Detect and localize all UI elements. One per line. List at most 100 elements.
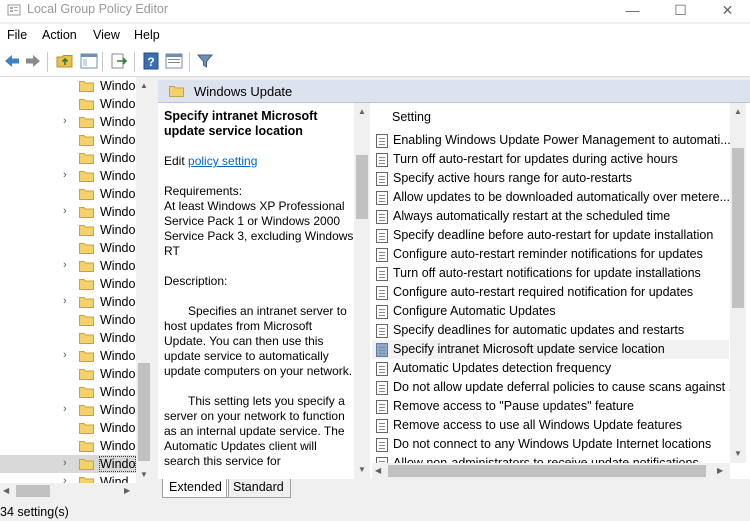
- tab-extended[interactable]: Extended: [162, 479, 229, 498]
- scroll-left-arrow-icon[interactable]: ◀: [3, 486, 9, 495]
- expand-chevron-icon[interactable]: ›: [63, 169, 67, 181]
- setting-row[interactable]: Do not allow update deferral policies to…: [372, 378, 739, 397]
- tree-item[interactable]: › Windo: [0, 203, 136, 221]
- menu-file[interactable]: File: [7, 28, 27, 42]
- edit-policy-setting-link[interactable]: policy setting: [188, 154, 257, 168]
- tree-item[interactable]: Windo: [0, 239, 136, 257]
- setting-row[interactable]: Allow updates to be downloaded automatic…: [372, 188, 730, 207]
- setting-row[interactable]: Configure auto-restart reminder notifica…: [372, 245, 729, 264]
- show-hide-tree-icon[interactable]: [80, 52, 98, 70]
- setting-row[interactable]: Configure auto-restart required notifica…: [372, 283, 729, 302]
- folder-icon: [79, 261, 94, 272]
- column-header-setting[interactable]: Setting: [392, 110, 431, 124]
- scroll-up-arrow-icon[interactable]: ▲: [358, 107, 366, 116]
- menu-view[interactable]: View: [93, 28, 120, 42]
- tree-item[interactable]: Windo: [0, 149, 136, 167]
- tree-item-label: Windo: [100, 295, 136, 309]
- menu-action[interactable]: Action: [42, 28, 77, 42]
- tree-item[interactable]: › Windo: [0, 401, 136, 419]
- tree-item-label: Windo: [100, 313, 136, 327]
- folder-icon: [79, 477, 94, 483]
- tree-vertical-scrollbar[interactable]: ▲ ▼: [136, 77, 152, 483]
- tree-item[interactable]: › Windo: [0, 455, 137, 473]
- tree-item-label: Windo: [100, 241, 136, 255]
- expand-chevron-icon[interactable]: ›: [63, 475, 67, 483]
- properties-icon[interactable]: [165, 52, 183, 70]
- scroll-left-arrow-icon[interactable]: ◀: [375, 466, 381, 475]
- forward-icon[interactable]: [24, 52, 42, 70]
- tree-item[interactable]: Windo: [0, 437, 136, 455]
- tree-hscroll-thumb[interactable]: [16, 485, 50, 497]
- tree-horizontal-scrollbar[interactable]: ◀ ▶: [0, 483, 152, 499]
- tree-item[interactable]: › Windo: [0, 167, 136, 185]
- folder-icon: [79, 297, 94, 308]
- export-list-icon[interactable]: [110, 52, 128, 70]
- tree-item[interactable]: › Windo: [0, 293, 136, 311]
- tree-item[interactable]: Windo: [0, 95, 136, 113]
- tree-item[interactable]: › Windo: [0, 257, 136, 275]
- setting-row[interactable]: Remove access to "Pause updates" feature: [372, 397, 729, 416]
- list-horizontal-scrollbar[interactable]: ◀ ▶: [372, 463, 730, 479]
- list-hscroll-thumb[interactable]: [388, 465, 706, 477]
- expand-chevron-icon[interactable]: ›: [63, 205, 67, 217]
- folder-icon: [79, 423, 94, 434]
- minimize-button[interactable]: —: [610, 0, 655, 22]
- tree-item[interactable]: Windo: [0, 185, 136, 203]
- tree-item[interactable]: Windo: [0, 365, 136, 383]
- back-icon[interactable]: [3, 52, 21, 70]
- setting-row[interactable]: Enabling Windows Update Power Management…: [372, 131, 731, 150]
- scroll-up-arrow-icon[interactable]: ▲: [140, 81, 148, 90]
- tree-item[interactable]: Windo: [0, 311, 136, 329]
- description-paragraph-2: This setting lets you specify a server o…: [164, 394, 345, 468]
- help-icon[interactable]: ?: [142, 52, 160, 70]
- maximize-button[interactable]: ☐: [658, 0, 703, 22]
- expand-chevron-icon[interactable]: ›: [63, 349, 67, 361]
- description-vertical-scrollbar[interactable]: ▲ ▼: [354, 103, 370, 479]
- scroll-up-arrow-icon[interactable]: ▲: [734, 107, 742, 116]
- setting-row[interactable]: Specify active hours range for auto-rest…: [372, 169, 729, 188]
- setting-row[interactable]: Turn off auto-restart for updates during…: [372, 150, 729, 169]
- expand-chevron-icon[interactable]: ›: [63, 259, 67, 271]
- description-scroll-thumb[interactable]: [356, 155, 368, 219]
- setting-row[interactable]: Do not connect to any Windows Update Int…: [372, 435, 729, 454]
- expand-chevron-icon[interactable]: ›: [63, 457, 67, 469]
- tree-item[interactable]: › Wind: [0, 473, 136, 483]
- setting-row[interactable]: Always automatically restart at the sche…: [372, 207, 729, 226]
- setting-row[interactable]: Automatic Updates detection frequency: [372, 359, 729, 378]
- scroll-right-arrow-icon[interactable]: ▶: [124, 486, 130, 495]
- tab-standard[interactable]: Standard: [226, 479, 291, 498]
- scroll-down-arrow-icon[interactable]: ▼: [358, 465, 366, 474]
- expand-chevron-icon[interactable]: ›: [63, 115, 67, 127]
- scroll-right-arrow-icon[interactable]: ▶: [717, 466, 723, 475]
- scroll-down-arrow-icon[interactable]: ▼: [734, 449, 742, 458]
- tree-item[interactable]: › Windo: [0, 113, 136, 131]
- setting-row[interactable]: Configure Automatic Updates: [372, 302, 729, 321]
- filter-icon[interactable]: [196, 52, 214, 70]
- expand-chevron-icon[interactable]: ›: [63, 403, 67, 415]
- tree-item[interactable]: Windo: [0, 77, 136, 95]
- tree-scroll-thumb[interactable]: [138, 363, 150, 461]
- scroll-down-arrow-icon[interactable]: ▼: [140, 470, 148, 479]
- setting-row[interactable]: Specify intranet Microsoft update servic…: [372, 340, 729, 359]
- close-button[interactable]: ✕: [705, 0, 750, 22]
- tree-item[interactable]: Windo: [0, 419, 136, 437]
- tree-item[interactable]: Windo: [0, 131, 136, 149]
- setting-row[interactable]: Remove access to use all Windows Update …: [372, 416, 729, 435]
- expand-chevron-icon[interactable]: ›: [63, 295, 67, 307]
- settings-list[interactable]: Setting Enabling Windows Update Power Ma…: [372, 103, 750, 479]
- tree-item[interactable]: Windo: [0, 383, 136, 401]
- list-vertical-scrollbar[interactable]: ▲ ▼: [730, 103, 746, 463]
- setting-row[interactable]: Specify deadlines for automatic updates …: [372, 321, 729, 340]
- up-folder-icon[interactable]: [56, 52, 74, 70]
- setting-row[interactable]: Specify deadline before auto-restart for…: [372, 226, 729, 245]
- setting-row[interactable]: Turn off auto-restart notifications for …: [372, 264, 729, 283]
- menu-help[interactable]: Help: [134, 28, 160, 42]
- policy-setting-icon: [376, 400, 388, 414]
- tree-item[interactable]: Windo: [0, 221, 136, 239]
- list-scroll-thumb[interactable]: [732, 148, 744, 308]
- tree-item[interactable]: Windo: [0, 275, 136, 293]
- tree-item-label: Windo: [100, 97, 136, 111]
- navigation-tree[interactable]: Windo Windo › Windo Windo Windo › Windo Windo › Wi…: [0, 77, 152, 483]
- tree-item[interactable]: Windo: [0, 329, 136, 347]
- tree-item[interactable]: › Windo: [0, 347, 136, 365]
